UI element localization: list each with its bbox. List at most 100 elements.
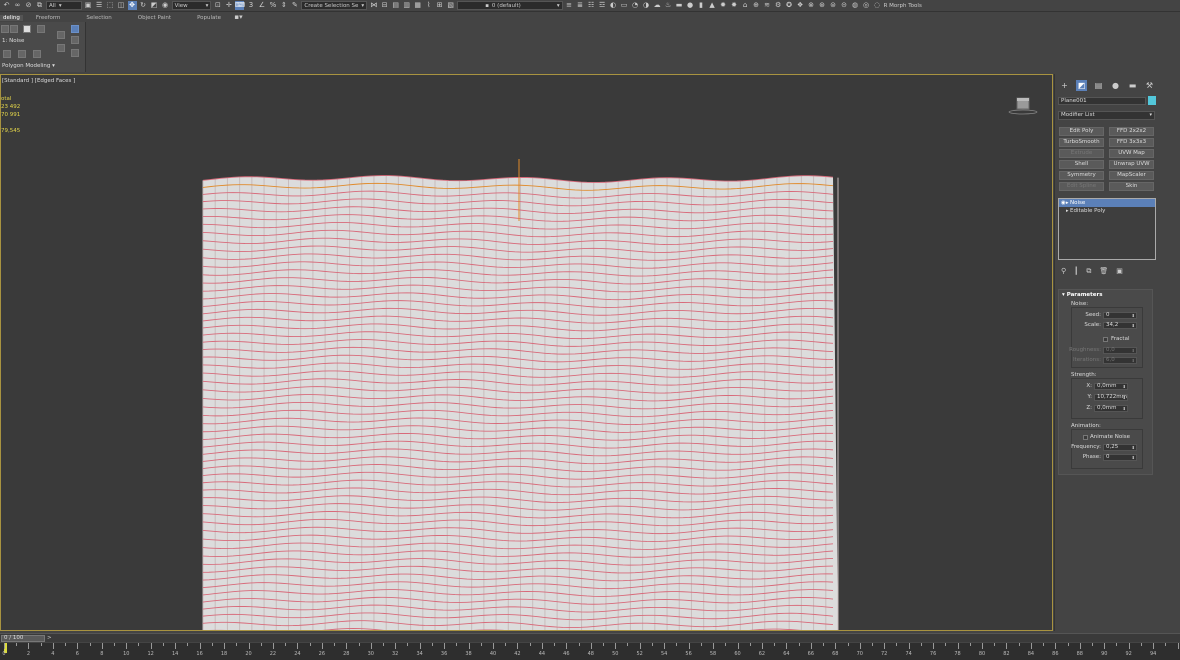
modifier-button[interactable]: Edit Poly <box>1059 127 1104 136</box>
tab-freeform[interactable]: Freeform <box>23 15 74 21</box>
ribbon-toggle-icon[interactable]: ▦ <box>413 1 422 10</box>
scale-spinner[interactable]: 34,2 ⬍ <box>1103 322 1137 329</box>
x-strength-spinner[interactable]: 0,0mm ⬍ <box>1094 383 1128 390</box>
rendered-frame-icon[interactable]: ▭ <box>620 1 629 10</box>
spinner-arrows-icon[interactable]: ⬍ <box>1132 358 1135 363</box>
percent-snap-icon[interactable]: % <box>268 1 277 10</box>
morph-tools-label[interactable]: R Morph Tools <box>884 3 922 9</box>
tool-g-icon[interactable]: ⊝ <box>840 1 849 10</box>
edge-mode-icon[interactable] <box>10 25 18 33</box>
display-tab-icon[interactable]: ▬ <box>1127 80 1138 91</box>
stack-item[interactable]: ◉ ▸ Noise <box>1059 199 1155 207</box>
roughness-spinner[interactable]: 0,0 ⬍ <box>1103 347 1137 354</box>
modifier-button[interactable]: TurboSmooth <box>1059 138 1104 147</box>
mirror-icon[interactable]: ⋈ <box>369 1 378 10</box>
time-slider[interactable]: 0 / 100 > <box>0 633 1180 642</box>
frequency-spinner[interactable]: 0,25 ⬍ <box>1103 444 1137 451</box>
tab-object-paint[interactable]: Object Paint <box>125 15 184 21</box>
modifier-button[interactable]: Skin <box>1109 182 1154 191</box>
ribbon-tool-a-icon[interactable] <box>3 50 11 58</box>
hierarchy-tab-icon[interactable]: ▤ <box>1093 80 1104 91</box>
expand-icon[interactable]: ▸ <box>1066 207 1069 215</box>
align-icon[interactable]: ⊟ <box>380 1 389 10</box>
render-iterative-icon[interactable]: ◑ <box>642 1 651 10</box>
tool-f-icon[interactable]: ⊜ <box>829 1 838 10</box>
select-by-name-icon[interactable]: ☰ <box>95 1 104 10</box>
spinner-snap-icon[interactable]: ⇕ <box>279 1 288 10</box>
ref-coord-dropdown[interactable]: View ▾ <box>171 1 212 10</box>
undo-icon[interactable]: ↶ <box>2 1 11 10</box>
modifier-button[interactable]: FFD 3x3x3 <box>1109 138 1154 147</box>
spinner-arrows-icon[interactable]: ⬍ <box>1123 406 1126 411</box>
tool-e-icon[interactable]: ⊛ <box>818 1 827 10</box>
perspective-viewport[interactable]: [Standard ] [Edged Faces ] otal 23 492 7… <box>0 74 1053 631</box>
select-in-layer-icon[interactable]: ☷ <box>587 1 596 10</box>
select-object-icon[interactable]: ▣ <box>84 1 93 10</box>
spinner-arrows-icon[interactable]: ⬍ <box>1123 384 1126 389</box>
spacewarp-icon[interactable]: ≋ <box>763 1 772 10</box>
parameters-rollout-header[interactable]: ▾ Parameters <box>1062 292 1103 298</box>
snap-3d-icon[interactable]: 3 <box>246 1 255 10</box>
schematic-view-icon[interactable]: ⊞ <box>435 1 444 10</box>
element-mode-icon[interactable] <box>37 25 45 33</box>
iterations-spinner[interactable]: 6,0 ⬍ <box>1103 357 1137 364</box>
time-slider-thumb[interactable]: 0 / 100 <box>1 635 45 642</box>
spinner-arrows-icon[interactable]: ⬍ <box>1132 455 1135 460</box>
ribbon-tool-d-icon[interactable] <box>57 31 65 39</box>
bind-icon[interactable]: ⧉ <box>35 1 44 10</box>
show-end-result-icon[interactable]: ┃ <box>1074 267 1078 276</box>
rect-selection-icon[interactable]: ⬚ <box>106 1 115 10</box>
camera-icon[interactable]: ⌂ <box>741 1 750 10</box>
light-icon[interactable]: ✹ <box>719 1 728 10</box>
z-strength-spinner[interactable]: 0,0mm ⬍ <box>1094 405 1128 412</box>
tool-d-icon[interactable]: ⊗ <box>807 1 816 10</box>
curve-editor-icon[interactable]: ⌇ <box>424 1 433 10</box>
layer-dropdown[interactable]: ▪ 0 (default) ▾ <box>457 1 563 10</box>
polygon-modeling-menu[interactable]: Polygon Modeling ▾ <box>2 63 55 69</box>
keyboard-shortcut-icon[interactable]: ⌨ <box>235 1 245 10</box>
material-editor-icon[interactable]: ▧ <box>446 1 455 10</box>
pivot-icon[interactable]: ⊡ <box>213 1 222 10</box>
tab-populate[interactable]: Populate <box>184 15 234 21</box>
modifier-button[interactable]: Edit Spline <box>1059 182 1104 191</box>
ribbon-tool-b-icon[interactable] <box>18 50 26 58</box>
animate-noise-checkbox[interactable] <box>1083 435 1088 440</box>
add-to-layer-icon[interactable]: ≣ <box>576 1 585 10</box>
scale-icon[interactable]: ◩ <box>150 1 159 10</box>
cylinder-icon[interactable]: ▮ <box>697 1 706 10</box>
tool-h-icon[interactable]: ◍ <box>851 1 860 10</box>
select-manipulate-icon[interactable]: ✛ <box>224 1 233 10</box>
modifier-button[interactable]: Shell <box>1059 160 1104 169</box>
object-name-field[interactable]: Plane001 <box>1058 97 1146 105</box>
modify-tab-icon[interactable]: ◩ <box>1076 80 1087 91</box>
pin-stack-icon[interactable]: ⚲ <box>1061 267 1066 276</box>
modifier-button[interactable]: Extrude <box>1059 149 1104 158</box>
modifier-list-dropdown[interactable]: Modifier List ▾ <box>1058 111 1155 120</box>
vertex-mode-icon[interactable] <box>1 25 9 33</box>
phase-spinner[interactable]: 0 ⬍ <box>1103 454 1137 461</box>
ribbon-options-icon[interactable]: ▪▾ <box>234 13 243 22</box>
a360-icon[interactable]: ☁ <box>653 1 662 10</box>
spinner-arrows-icon[interactable]: ⬍ <box>1132 348 1135 353</box>
tool-c-icon[interactable]: ❖ <box>796 1 805 10</box>
ribbon-tool-e-icon[interactable] <box>57 44 65 52</box>
polygon-mode-icon[interactable] <box>23 25 31 33</box>
angle-snap-icon[interactable]: ∠ <box>257 1 266 10</box>
sphere-icon[interactable]: ● <box>686 1 695 10</box>
spinner-arrows-icon[interactable]: ⬍ <box>1132 445 1135 450</box>
ribbon-tool-h-icon[interactable] <box>71 49 79 57</box>
create-layer-icon[interactable]: ≡ <box>565 1 574 10</box>
placement-icon[interactable]: ◉ <box>161 1 170 10</box>
render-setup-icon[interactable]: ◐ <box>609 1 618 10</box>
teapot-render-icon[interactable]: ♨ <box>664 1 673 10</box>
ribbon-tool-f-icon[interactable] <box>71 25 79 33</box>
create-tab-icon[interactable]: + <box>1059 80 1070 91</box>
cone-icon[interactable]: ▲ <box>708 1 717 10</box>
track-bar[interactable]: 0 2 4 6 8 10 12 14 16 18 20 22 24 26 28 30 32 34 36 38 40 42 4… <box>0 643 1180 660</box>
spinner-arrows-icon[interactable]: ⬍ <box>1132 323 1135 328</box>
modifier-button[interactable]: Unwrap UVW <box>1109 160 1154 169</box>
named-selection-dropdown[interactable]: Create Selection Se ▾ <box>301 1 368 10</box>
spinner-arrows-icon[interactable]: ⬍ <box>1132 313 1135 318</box>
utilities-tab-icon[interactable]: ⚒ <box>1144 80 1155 91</box>
edit-named-sel-icon[interactable]: ✎ <box>290 1 299 10</box>
